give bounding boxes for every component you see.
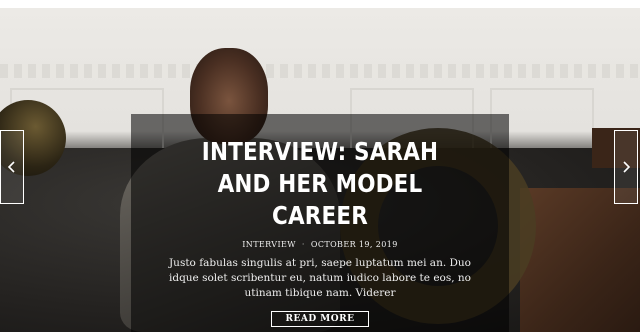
post-category[interactable]: INTERVIEW <box>242 240 296 249</box>
post-meta: INTERVIEW · OCTOBER 19, 2019 <box>131 240 509 249</box>
prev-slide-button[interactable] <box>0 130 24 204</box>
wall-cornice <box>0 64 640 78</box>
slide-title[interactable]: INTERVIEW: SARAH AND HER MODEL CAREER <box>173 136 467 232</box>
chevron-right-icon <box>623 161 631 173</box>
chevron-left-icon <box>7 161 15 173</box>
slide-caption: INTERVIEW: SARAH AND HER MODEL CAREER IN… <box>131 114 509 332</box>
next-slide-button[interactable] <box>614 130 638 204</box>
slide-excerpt: Justo fabulas singulis at pri, saepe lup… <box>168 257 472 299</box>
read-more-button[interactable]: READ MORE <box>270 311 370 327</box>
meta-separator: · <box>301 240 305 249</box>
wood-floor <box>520 188 640 332</box>
post-date: OCTOBER 19, 2019 <box>310 240 398 249</box>
